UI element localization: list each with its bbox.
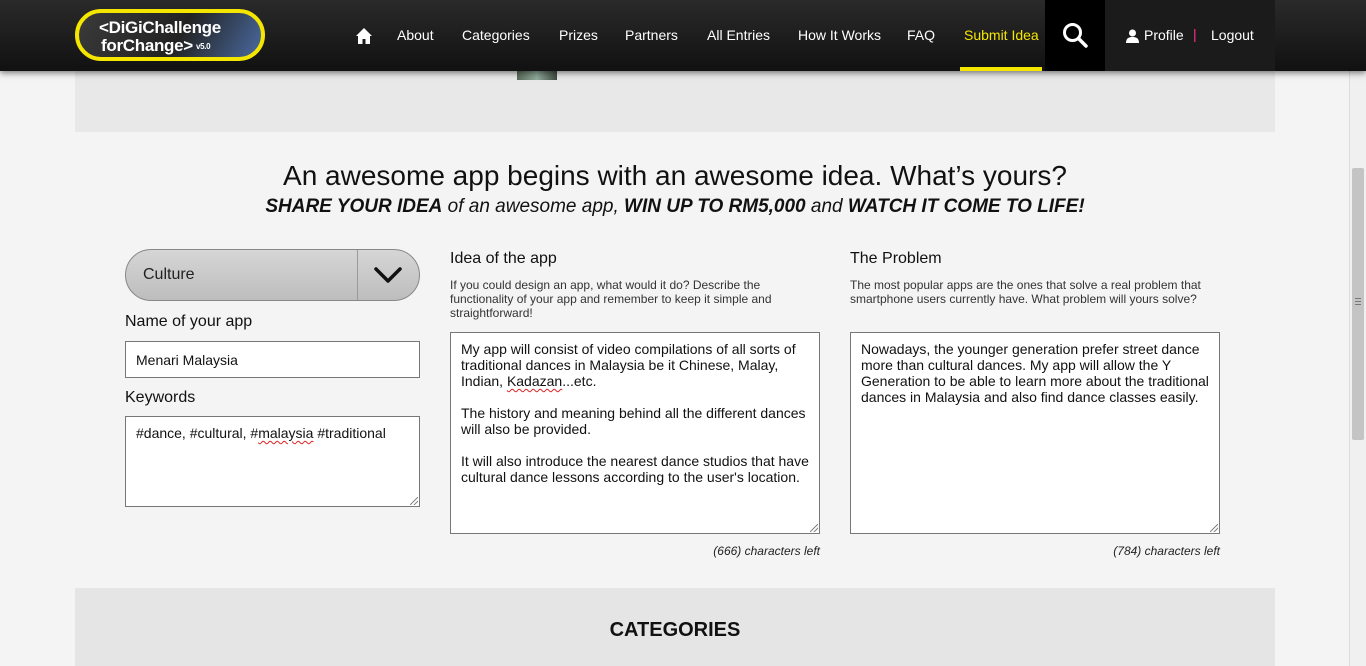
nav-link-about[interactable]: About [397, 27, 434, 43]
profile-link[interactable]: Profile [1144, 27, 1184, 43]
app-name-input[interactable] [125, 341, 420, 378]
idea-char-counter: (666) characters left [713, 544, 820, 558]
app-name-label: Name of your app [125, 313, 253, 330]
resize-handle[interactable] [810, 524, 818, 532]
categories-heading: CATEGORIES [609, 619, 741, 641]
logo-version: v5.0 [195, 42, 211, 52]
keywords-text-2: #traditional [313, 425, 386, 441]
idea-misspelled-word: Kadazan [506, 373, 563, 389]
problem-title: The Problem [850, 250, 942, 267]
problem-description: The most popular apps are the ones that … [850, 278, 1201, 306]
idea-paragraph-2: The history and meaning behind all the d… [461, 405, 806, 437]
category-selected-value: Culture [143, 266, 195, 283]
idea-p1-text-2: ...etc. [562, 373, 597, 389]
keywords-misspelled-word: malaysia [258, 425, 314, 441]
page-subheadline: SHARE YOUR IDEA of an awesome app, WIN U… [75, 196, 1275, 218]
nav-link-all-entries[interactable]: All Entries [707, 27, 770, 43]
active-nav-indicator [960, 67, 1042, 71]
navbar-inner: <DiGiChallenge forChange> v5.0 About Cate… [75, 0, 1275, 71]
nav-separator: | [1193, 26, 1197, 42]
logo-line-1: <DiGiChallenge [99, 18, 221, 37]
idea-textarea[interactable]: My app will consist of video compilation… [450, 332, 820, 534]
sub-text-1: of an awesome app, [442, 196, 625, 217]
idea-description: If you could design an app, what would i… [450, 278, 772, 320]
problem-textarea[interactable]: Nowadays, the younger generation prefer … [850, 332, 1220, 534]
nav-link-faq[interactable]: FAQ [907, 27, 935, 43]
logo-line-2-text: forChange> [101, 36, 193, 55]
hero-banner-bottom [75, 71, 1275, 132]
categories-section: CATEGORIES [75, 588, 1275, 666]
logo-line-2: forChange> v5.0 [101, 36, 211, 56]
digi-challenge-logo[interactable]: <DiGiChallenge forChange> v5.0 [75, 9, 265, 61]
problem-text: Nowadays, the younger generation prefer … [861, 341, 1209, 405]
keywords-label: Keywords [125, 389, 196, 406]
logout-link[interactable]: Logout [1211, 27, 1254, 43]
idea-paragraph-1: My app will consist of video compilation… [461, 341, 809, 389]
nav-link-submit-idea[interactable]: Submit Idea [964, 27, 1039, 43]
nav-link-prizes[interactable]: Prizes [559, 27, 598, 43]
sub-text-2: and [805, 196, 848, 217]
chevron-down-icon [374, 267, 402, 283]
search-button[interactable] [1045, 0, 1105, 71]
nav-link-partners[interactable]: Partners [625, 27, 678, 43]
page-scrollbar[interactable] [1349, 0, 1366, 666]
resize-handle[interactable] [1210, 524, 1218, 532]
resize-handle[interactable] [410, 497, 418, 505]
page-headline: An awesome app begins with an awesome id… [283, 160, 1067, 191]
keywords-text-1: #dance, #cultural, # [136, 425, 259, 441]
idea-title: Idea of the app [450, 250, 557, 267]
dropdown-divider [357, 250, 358, 300]
sub-win-prize: WIN UP TO RM5,000 [624, 196, 806, 217]
category-dropdown[interactable]: Culture [125, 249, 420, 301]
nav-link-categories[interactable]: Categories [462, 27, 530, 43]
problem-char-counter: (784) characters left [1113, 544, 1220, 558]
account-area: Profile | Logout [1105, 0, 1275, 71]
avatar-image [517, 71, 557, 80]
keywords-textarea[interactable]: #dance, #cultural, #malaysia #traditiona… [125, 416, 420, 507]
top-navbar: <DiGiChallenge forChange> v5.0 About Cate… [0, 0, 1366, 71]
idea-paragraph-3: It will also introduce the nearest dance… [461, 453, 809, 485]
scrollbar-grip [1355, 298, 1361, 306]
search-icon [1063, 23, 1088, 48]
profile-icon [1126, 29, 1139, 43]
home-icon[interactable] [355, 27, 373, 45]
nav-link-how-it-works[interactable]: How It Works [798, 27, 881, 43]
sub-watch-life: WATCH IT COME TO LIFE! [847, 196, 1085, 217]
sub-share-your-idea: SHARE YOUR IDEA [265, 196, 443, 217]
